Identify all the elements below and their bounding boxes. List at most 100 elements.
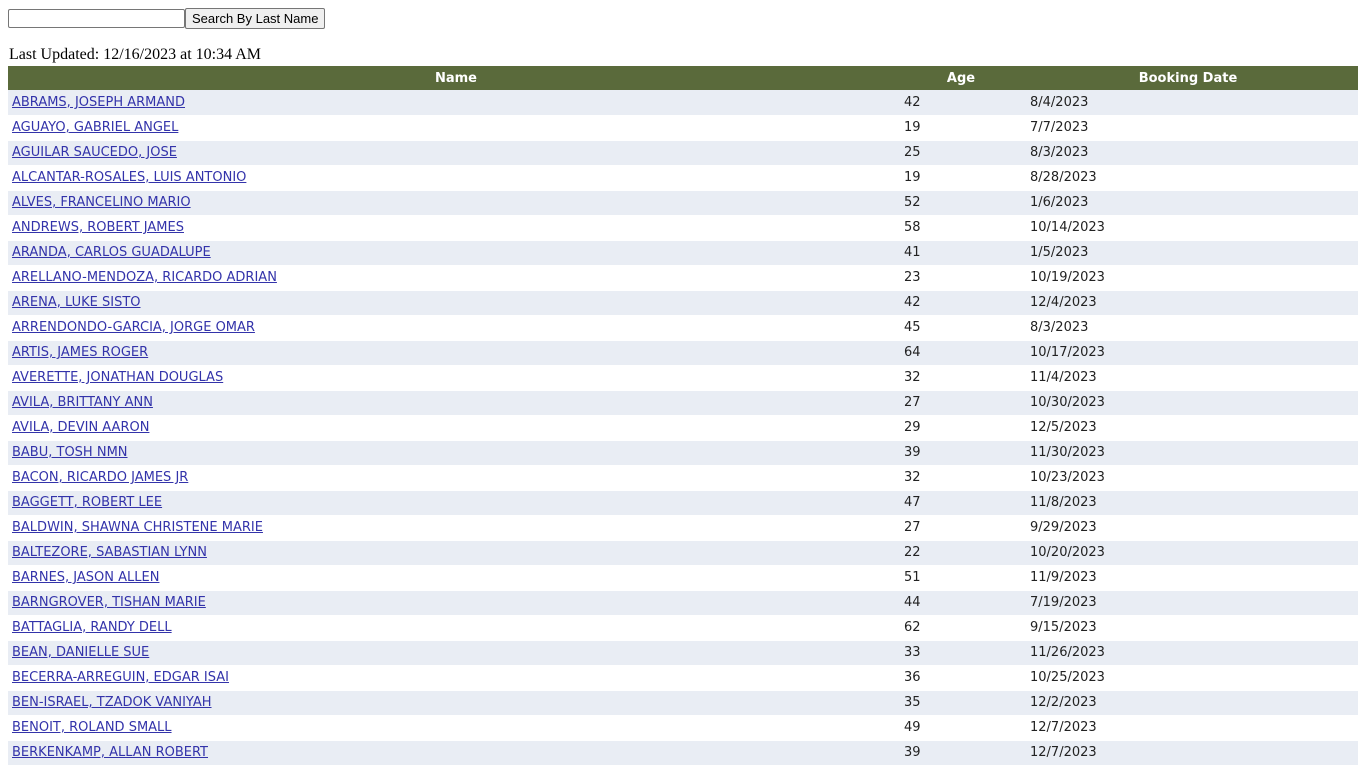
table-row: AGUAYO, GABRIEL ANGEL 19 7/7/2023: [8, 115, 1358, 140]
name-cell: ARELLANO-MENDOZA, RICARDO ADRIAN: [8, 265, 904, 290]
age-cell: 33: [904, 645, 921, 660]
booking-date-cell: 10/25/2023: [1030, 670, 1105, 685]
booking-date-cell: 8/4/2023: [1030, 94, 1089, 110]
booking-date-cell: 1/5/2023: [1030, 245, 1089, 260]
booking-date-cell: 11/26/2023: [1030, 645, 1105, 660]
table-row: AVILA, BRITTANY ANN 27 10/30/2023: [8, 390, 1358, 415]
name-cell: BEN-ISRAEL, TZADOK VANIYAH: [8, 690, 904, 715]
booking-date-cell: 10/17/2023: [1030, 345, 1105, 360]
name-cell: BALDWIN, SHAWNA CHRISTENE MARIE: [8, 515, 904, 540]
name-cell: AVERETTE, JONATHAN DOUGLAS: [8, 365, 904, 390]
name-cell: AVILA, BRITTANY ANN: [8, 390, 904, 415]
inmate-name-link[interactable]: BARNGROVER, TISHAN MARIE: [12, 595, 206, 610]
age-cell: 45: [904, 320, 921, 335]
table-row: AVILA, DEVIN AARON 29 12/5/2023: [8, 415, 1358, 440]
age-cell: 49: [904, 720, 921, 735]
inmate-name-link[interactable]: ANDREWS, ROBERT JAMES: [12, 220, 184, 235]
inmate-name-link[interactable]: BALDWIN, SHAWNA CHRISTENE MARIE: [12, 520, 263, 535]
name-cell: ARRENDONDO-GARCIA, JORGE OMAR: [8, 315, 904, 340]
inmate-name-link[interactable]: AVILA, BRITTANY ANN: [12, 395, 153, 410]
inmate-name-link[interactable]: ALVES, FRANCELINO MARIO: [12, 195, 191, 210]
inmate-name-link[interactable]: ARENA, LUKE SISTO: [12, 295, 141, 310]
age-cell: 36: [904, 670, 921, 685]
inmate-name-link[interactable]: ARELLANO-MENDOZA, RICARDO ADRIAN: [12, 270, 277, 285]
booking-date-cell: 10/14/2023: [1030, 220, 1105, 235]
table-row: BALDWIN, SHAWNA CHRISTENE MARIE 27 9/29/20…: [8, 515, 1358, 540]
table-row: BERKENKAMP, ALLAN ROBERT 39 12/7/2023: [8, 740, 1358, 765]
age-cell: 32: [904, 370, 921, 385]
last-name-search-input[interactable]: [8, 9, 185, 28]
inmate-name-link[interactable]: ARTIS, JAMES ROGER: [12, 345, 148, 360]
inmate-name-link[interactable]: ARANDA, CARLOS GUADALUPE: [12, 245, 211, 260]
column-header-booking-date: Booking Date: [1138, 70, 1238, 86]
name-cell: ARENA, LUKE SISTO: [8, 290, 904, 315]
name-cell: BENOIT, ROLAND SMALL: [8, 715, 904, 740]
inmate-name-link[interactable]: BECERRA-ARREGUIN, EDGAR ISAI: [12, 670, 229, 685]
table-row: BATTAGLIA, RANDY DELL 62 9/15/2023: [8, 615, 1358, 640]
name-cell: BARNGROVER, TISHAN MARIE: [8, 590, 904, 615]
table-row: BEN-ISRAEL, TZADOK VANIYAH 35 12/2/2023: [8, 690, 1358, 715]
age-cell: 19: [904, 170, 921, 185]
inmate-name-link[interactable]: BEAN, DANIELLE SUE: [12, 645, 149, 660]
booking-date-cell: 8/3/2023: [1030, 320, 1089, 335]
booking-date-cell: 12/5/2023: [1030, 420, 1097, 435]
age-cell: 35: [904, 695, 921, 710]
name-cell: BECERRA-ARREGUIN, EDGAR ISAI: [8, 665, 904, 690]
inmate-name-link[interactable]: BEN-ISRAEL, TZADOK VANIYAH: [12, 695, 212, 710]
name-cell: BACON, RICARDO JAMES JR: [8, 465, 904, 490]
age-cell: 44: [904, 595, 921, 610]
age-cell: 29: [904, 420, 921, 435]
inmate-name-link[interactable]: AGUILAR SAUCEDO, JOSE: [12, 145, 177, 160]
age-cell: 51: [904, 570, 921, 585]
name-cell: BAGGETT, ROBERT LEE: [8, 490, 904, 515]
age-cell: 42: [904, 94, 921, 110]
table-row: BARNGROVER, TISHAN MARIE 44 7/19/2023: [8, 590, 1358, 615]
table-row: ALCANTAR-ROSALES, LUIS ANTONIO 19 8/28/202…: [8, 165, 1358, 190]
inmate-name-link[interactable]: BALTEZORE, SABASTIAN LYNN: [12, 545, 207, 560]
name-cell: BARNES, JASON ALLEN: [8, 565, 904, 590]
booking-date-cell: 10/19/2023: [1030, 270, 1105, 285]
booking-date-cell: 1/6/2023: [1030, 195, 1089, 210]
table-row: BABU, TOSH NMN 39 11/30/2023: [8, 440, 1358, 465]
name-cell: AVILA, DEVIN AARON: [8, 415, 904, 440]
booking-date-cell: 9/29/2023: [1030, 520, 1097, 535]
inmate-roster-table: Name Age Booking Date ABRAMS, JOSEPH ARM…: [8, 66, 1358, 766]
table-row: BEAN, DANIELLE SUE 33 11/26/2023: [8, 640, 1358, 665]
inmate-name-link[interactable]: BACON, RICARDO JAMES JR: [12, 470, 188, 485]
inmate-name-link[interactable]: AVERETTE, JONATHAN DOUGLAS: [12, 370, 223, 385]
inmate-name-link[interactable]: BENOIT, ROLAND SMALL: [12, 720, 172, 735]
inmate-name-link[interactable]: BAGGETT, ROBERT LEE: [12, 495, 162, 510]
age-cell: 23: [904, 270, 921, 285]
table-row: AGUILAR SAUCEDO, JOSE 25 8/3/2023: [8, 140, 1358, 165]
inmate-name-link[interactable]: BABU, TOSH NMN: [12, 445, 128, 460]
table-row: BARNES, JASON ALLEN 51 11/9/2023: [8, 565, 1358, 590]
table-row: ABRAMS, JOSEPH ARMAND 42 8/4/2023: [8, 90, 1358, 115]
table-row: ARTIS, JAMES ROGER 64 10/17/2023: [8, 340, 1358, 365]
booking-date-cell: 11/8/2023: [1030, 495, 1097, 510]
column-header-name: Name: [434, 70, 477, 86]
search-by-last-name-button[interactable]: Search By Last Name: [185, 8, 326, 29]
name-cell: BABU, TOSH NMN: [8, 440, 904, 465]
name-cell: BEAN, DANIELLE SUE: [8, 640, 904, 665]
inmate-name-link[interactable]: BATTAGLIA, RANDY DELL: [12, 620, 172, 635]
name-cell: AGUAYO, GABRIEL ANGEL: [8, 115, 904, 140]
booking-date-cell: 12/2/2023: [1030, 695, 1097, 710]
name-cell: BATTAGLIA, RANDY DELL: [8, 615, 904, 640]
inmate-name-link[interactable]: ARRENDONDO-GARCIA, JORGE OMAR: [12, 320, 255, 335]
inmate-name-link[interactable]: ABRAMS, JOSEPH ARMAND: [12, 95, 185, 110]
inmate-name-link[interactable]: ALCANTAR-ROSALES, LUIS ANTONIO: [12, 170, 246, 185]
inmate-name-link[interactable]: BARNES, JASON ALLEN: [12, 570, 159, 585]
name-cell: ALCANTAR-ROSALES, LUIS ANTONIO: [8, 165, 904, 190]
name-cell: AGUILAR SAUCEDO, JOSE: [8, 140, 904, 165]
inmate-name-link[interactable]: AGUAYO, GABRIEL ANGEL: [12, 120, 178, 135]
booking-date-cell: 10/23/2023: [1030, 470, 1105, 485]
inmate-name-link[interactable]: BERKENKAMP, ALLAN ROBERT: [12, 745, 208, 760]
table-row: ARELLANO-MENDOZA, RICARDO ADRIAN 23 10/19/…: [8, 265, 1358, 290]
name-cell: ANDREWS, ROBERT JAMES: [8, 215, 904, 240]
booking-date-cell: 11/9/2023: [1030, 570, 1097, 585]
age-cell: 42: [904, 295, 921, 310]
table-row: BAGGETT, ROBERT LEE 47 11/8/2023: [8, 490, 1358, 515]
inmate-name-link[interactable]: AVILA, DEVIN AARON: [12, 420, 149, 435]
name-cell: ARTIS, JAMES ROGER: [8, 340, 904, 365]
table-row: ALVES, FRANCELINO MARIO 52 1/6/2023: [8, 190, 1358, 215]
